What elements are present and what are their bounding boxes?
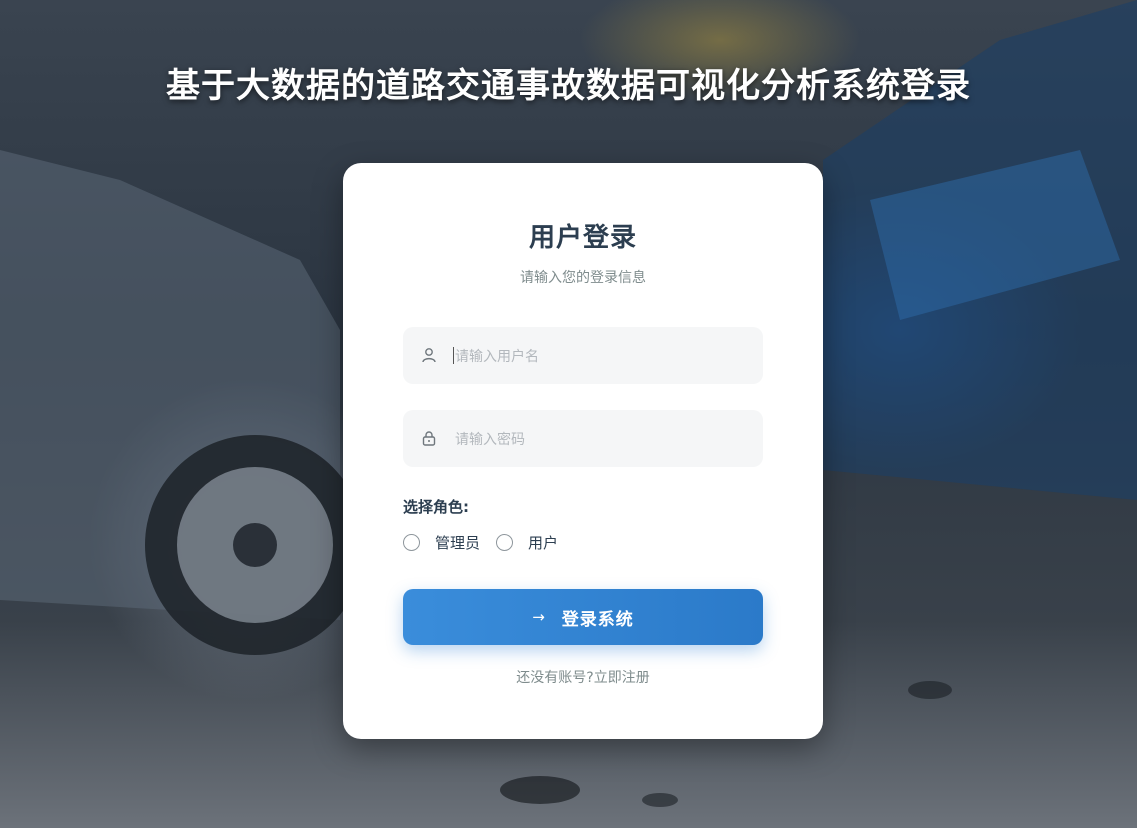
role-radio-group: 管理员 用户 xyxy=(403,531,574,553)
arrow-right-icon: → xyxy=(532,608,546,626)
password-input[interactable] xyxy=(453,410,747,469)
card-subtitle: 请输入您的登录信息 xyxy=(520,270,646,286)
user-icon xyxy=(422,348,436,363)
login-card: 用户登录 请输入您的登录信息 选择角色: 管理员 用户 → 登录系统 还没有账号… xyxy=(343,163,823,739)
username-input[interactable] xyxy=(453,327,747,386)
radio-admin-label[interactable]: 管理员 xyxy=(435,532,480,553)
card-title: 用户登录 xyxy=(528,223,637,253)
radio-admin[interactable] xyxy=(403,533,420,551)
lock-icon xyxy=(422,431,436,446)
page-title: 基于大数据的道路交通事故数据可视化分析系统登录 xyxy=(166,66,971,106)
radio-user-label[interactable]: 用户 xyxy=(528,532,558,553)
username-field[interactable] xyxy=(403,327,763,386)
register-link[interactable]: 还没有账号?立即注册 xyxy=(343,667,823,687)
login-button-label: 登录系统 xyxy=(561,609,634,630)
radio-user[interactable] xyxy=(496,533,514,551)
password-field[interactable] xyxy=(403,410,763,469)
login-button[interactable]: → 登录系统 xyxy=(403,589,763,645)
role-label: 选择角色: xyxy=(403,498,469,516)
